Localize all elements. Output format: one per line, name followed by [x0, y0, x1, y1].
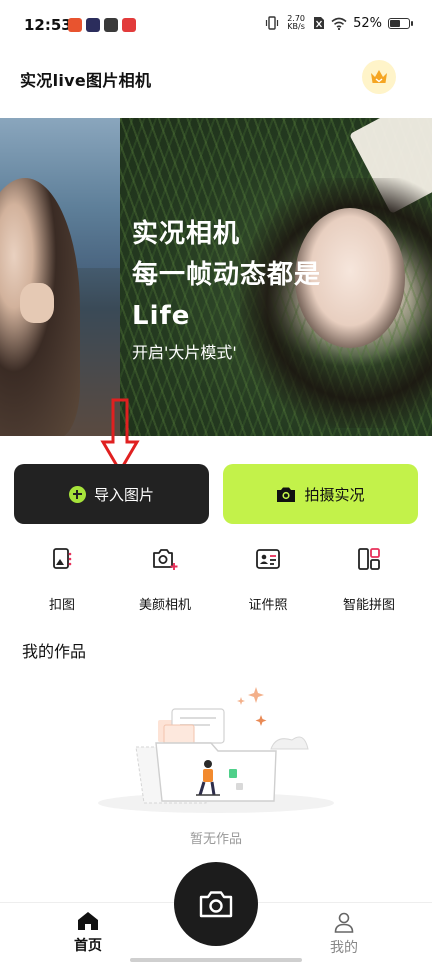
tool-beauty-camera[interactable]: 美颜相机	[117, 544, 213, 613]
sim-off-icon	[314, 17, 325, 29]
nav-home[interactable]: 首页	[58, 911, 118, 955]
app-title: 实况live图片相机	[20, 71, 152, 90]
status-time: 12:53	[24, 16, 72, 34]
banner-photo-previous	[0, 118, 120, 436]
notification-app-icon	[104, 18, 118, 32]
battery-level	[390, 19, 401, 27]
home-icon	[78, 912, 98, 930]
nav-mine[interactable]: 我的	[314, 911, 374, 957]
banner-line-2: 每一帧动态都是	[132, 260, 322, 290]
tools-row: 扣图 美颜相机 证件照 智能拼图	[0, 544, 432, 614]
tool-label: 智能拼图	[342, 598, 395, 613]
promo-banner[interactable]: 实况相机 每一帧动态都是 Life 开启'大片模式'	[0, 118, 432, 436]
banner-line-1: 实况相机	[132, 219, 241, 249]
notification-app-icon	[86, 18, 100, 32]
battery-percent: 52%	[353, 15, 382, 31]
camera-fab-button[interactable]	[174, 862, 258, 946]
profile-icon	[334, 912, 354, 933]
tool-label: 美颜相机	[138, 598, 191, 613]
tool-id-photo[interactable]: 证件照	[220, 544, 316, 613]
beauty-camera-icon	[153, 549, 178, 570]
wifi-icon	[331, 17, 347, 30]
collage-icon	[358, 548, 380, 570]
empty-works-text: 暂无作品	[189, 832, 242, 847]
banner-line-3: Life	[132, 301, 191, 331]
import-image-button[interactable]: 导入图片	[14, 464, 209, 524]
banner-subtitle: 开启'大片模式'	[132, 343, 237, 362]
nav-mine-label: 我的	[330, 940, 358, 956]
annotation-arrow-icon	[100, 398, 140, 474]
empty-folder-illustration	[98, 687, 334, 813]
cutout-icon	[53, 548, 72, 569]
status-bar: 12:53 2.70 KB/s 52%	[0, 0, 432, 52]
import-image-label: 导入图片	[93, 485, 154, 504]
tool-label: 证件照	[248, 598, 288, 613]
status-right: 2.70 KB/s 52%	[265, 15, 413, 31]
tool-collage[interactable]: 智能拼图	[321, 544, 417, 613]
camera-icon	[277, 487, 296, 502]
add-circle-icon	[68, 485, 86, 503]
network-speed-unit: KB/s	[287, 22, 305, 31]
nav-home-label: 首页	[74, 938, 102, 954]
tool-cutout[interactable]: 扣图	[14, 544, 110, 613]
notification-app-icon	[122, 18, 136, 32]
notification-icons	[68, 18, 136, 32]
network-speed: 2.70 KB/s	[285, 15, 307, 31]
vibrate-icon	[265, 16, 279, 30]
shoot-live-button[interactable]: 拍摄实况	[223, 464, 418, 524]
my-works-title: 我的作品	[22, 642, 87, 661]
id-photo-icon	[256, 549, 280, 569]
camera-icon	[199, 891, 233, 918]
home-indicator	[130, 958, 302, 962]
shoot-live-label: 拍摄实况	[304, 485, 365, 504]
battery-icon	[388, 17, 413, 29]
tool-label: 扣图	[48, 598, 75, 613]
notification-app-icon	[68, 18, 82, 32]
vip-button[interactable]	[362, 60, 396, 94]
banner-text: 实况相机 每一帧动态都是 Life 开启'大片模式'	[132, 214, 321, 363]
crown-icon	[371, 70, 387, 83]
